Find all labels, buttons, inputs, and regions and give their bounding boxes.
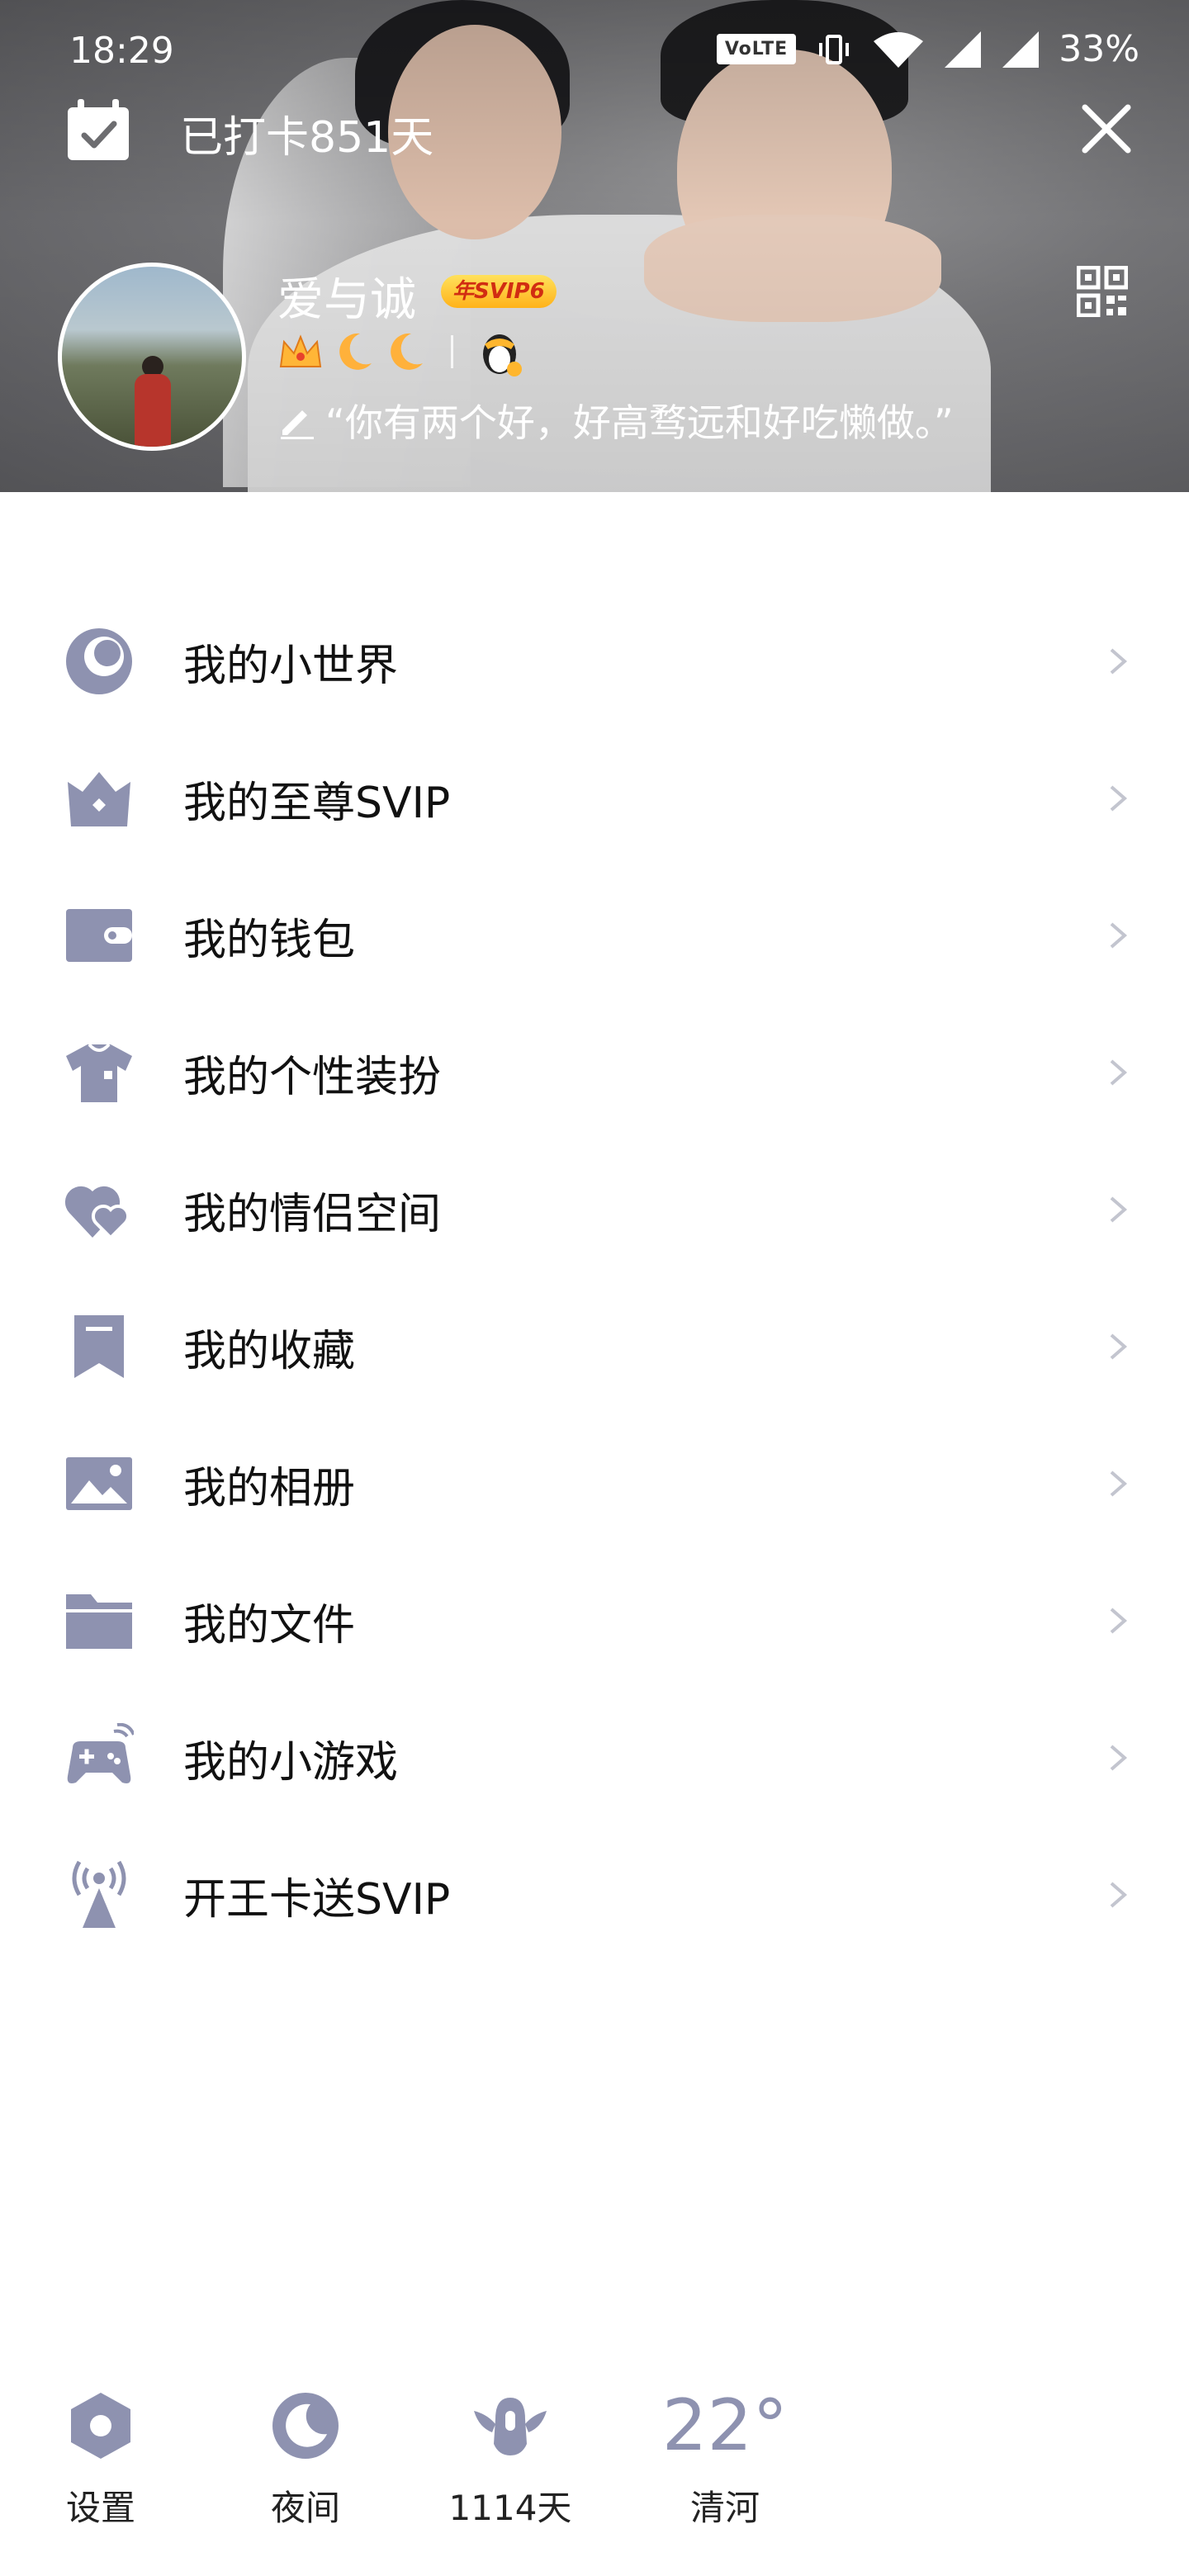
level-separator bbox=[451, 335, 453, 368]
chevron-right-icon bbox=[1110, 1745, 1128, 1771]
menu-item-king-card[interactable]: 开王卡送SVIP bbox=[0, 1826, 1189, 1963]
menu-label: 我的收藏 bbox=[183, 1326, 356, 1376]
crown-icon bbox=[64, 764, 134, 833]
settings-button[interactable]: 设置 bbox=[18, 2386, 183, 2531]
signal-tower-icon bbox=[64, 1860, 134, 1930]
qr-code-icon[interactable] bbox=[1077, 266, 1128, 317]
menu-item-album[interactable]: 我的相册 bbox=[0, 1415, 1189, 1552]
chevron-right-icon bbox=[1110, 1608, 1128, 1634]
menu-item-mini-games[interactable]: 我的小游戏 bbox=[0, 1689, 1189, 1826]
weather-city: 清河 bbox=[689, 2488, 760, 2528]
qq-wings-icon bbox=[474, 2398, 547, 2455]
volte-icon: VoLTE bbox=[716, 34, 797, 64]
menu-label: 我的小世界 bbox=[183, 641, 399, 691]
checkin-days-text[interactable]: 已打卡851天 bbox=[180, 102, 433, 164]
photo-icon bbox=[64, 1449, 134, 1518]
profile-header[interactable]: 18:29 VoLTE 33% 已打卡851天 爱与诚 年SVIP6 “你有两个… bbox=[0, 0, 1189, 492]
night-mode-button[interactable]: 夜间 bbox=[223, 2386, 388, 2531]
menu-label: 我的相册 bbox=[183, 1463, 356, 1513]
pencil-icon bbox=[281, 410, 314, 439]
moon-level-icon bbox=[339, 333, 372, 370]
qq-penguin-icon bbox=[483, 334, 522, 376]
night-mode-label: 夜间 bbox=[270, 2488, 340, 2528]
chevron-right-icon bbox=[1110, 785, 1128, 812]
menu-item-couple-space[interactable]: 我的情侣空间 bbox=[0, 1141, 1189, 1278]
folder-icon bbox=[64, 1586, 134, 1655]
avatar-person-body bbox=[135, 374, 171, 447]
close-icon[interactable] bbox=[1075, 97, 1138, 160]
moon-icon bbox=[272, 2393, 339, 2459]
menu-item-small-world[interactable]: 我的小世界 bbox=[0, 593, 1189, 730]
menu-label: 我的文件 bbox=[183, 1600, 356, 1650]
menu-item-svip[interactable]: 我的至尊SVIP bbox=[0, 730, 1189, 867]
chevron-right-icon bbox=[1110, 1059, 1128, 1086]
svip-badge[interactable]: 年SVIP6 bbox=[441, 275, 557, 308]
signature-text: “你有两个好，好高骛远和好吃懒做。” bbox=[325, 400, 954, 445]
wifi-icon bbox=[874, 31, 924, 68]
bookmark-icon bbox=[64, 1312, 134, 1381]
menu-label: 我的小游戏 bbox=[183, 1737, 399, 1788]
status-icons: VoLTE 33% bbox=[716, 28, 1139, 70]
bottom-bar: 设置 夜间 1114天 22° 清河 bbox=[0, 2386, 1189, 2551]
menu-label: 开王卡送SVIP bbox=[183, 1874, 451, 1925]
chevron-right-icon bbox=[1110, 1470, 1128, 1497]
chevron-right-icon bbox=[1110, 648, 1128, 675]
menu-item-files[interactable]: 我的文件 bbox=[0, 1552, 1189, 1689]
signature-row[interactable]: “你有两个好，好高骛远和好吃懒做。” bbox=[277, 393, 954, 447]
gamepad-icon bbox=[64, 1723, 134, 1792]
menu-item-favorites[interactable]: 我的收藏 bbox=[0, 1278, 1189, 1415]
crown-level-icon bbox=[279, 334, 322, 367]
chevron-right-icon bbox=[1110, 1882, 1128, 1908]
settings-hexagon-icon bbox=[71, 2393, 130, 2459]
chevron-right-icon bbox=[1110, 1196, 1128, 1223]
signal-icon bbox=[945, 31, 982, 68]
menu-label: 我的至尊SVIP bbox=[183, 778, 451, 828]
status-time: 18:29 bbox=[69, 30, 174, 72]
level-icons[interactable] bbox=[277, 326, 524, 377]
menu-item-dress-up[interactable]: 我的个性装扮 bbox=[0, 1004, 1189, 1141]
small-world-icon bbox=[64, 627, 134, 696]
signal-2-icon bbox=[1002, 31, 1040, 68]
vibrate-icon bbox=[819, 34, 850, 64]
username[interactable]: 爱与诚 bbox=[277, 263, 416, 329]
hearts-icon bbox=[64, 1175, 134, 1244]
shirt-icon bbox=[64, 1038, 134, 1107]
avatar[interactable] bbox=[58, 263, 246, 451]
qq-days-button[interactable]: 1114天 bbox=[428, 2386, 593, 2531]
menu-label: 我的情侣空间 bbox=[183, 1189, 442, 1239]
menu-list: 我的小世界 我的至尊SVIP 我的钱包 我的个性装扮 我的情侣空间 我的收藏 我… bbox=[0, 593, 1189, 1963]
weather-button[interactable]: 22° 清河 bbox=[642, 2386, 808, 2531]
menu-label: 我的个性装扮 bbox=[183, 1052, 442, 1102]
qq-days-label: 1114天 bbox=[448, 2488, 572, 2528]
settings-label: 设置 bbox=[65, 2488, 135, 2528]
menu-item-wallet[interactable]: 我的钱包 bbox=[0, 867, 1189, 1004]
battery-percent: 33% bbox=[1059, 28, 1139, 70]
weather-temperature: 22° bbox=[661, 2384, 789, 2467]
chevron-right-icon bbox=[1110, 922, 1128, 949]
calendar-check-icon[interactable] bbox=[64, 97, 132, 163]
menu-label: 我的钱包 bbox=[183, 915, 356, 965]
chevron-right-icon bbox=[1110, 1333, 1128, 1360]
wallet-icon bbox=[64, 901, 134, 970]
moon-level-2-icon bbox=[391, 333, 423, 370]
